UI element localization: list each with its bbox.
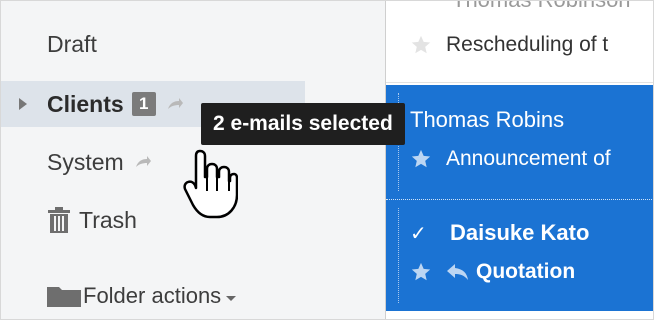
hand-cursor-icon xyxy=(183,149,238,219)
folder-label: System xyxy=(47,148,124,175)
share-icon xyxy=(135,156,151,167)
star-icon[interactable] xyxy=(410,148,432,170)
message-subject: Rescheduling of t xyxy=(446,33,609,56)
folder-draft[interactable]: Draft xyxy=(47,21,97,67)
star-icon[interactable] xyxy=(410,34,432,56)
message-sender: Thomas Robinson xyxy=(452,1,631,13)
star-icon[interactable] xyxy=(410,261,432,283)
message-subject-row: Quotation xyxy=(410,260,575,284)
folder-actions-menu[interactable]: Folder actions xyxy=(47,273,237,319)
message-subject: Quotation xyxy=(476,260,576,283)
message-subject: Announcement of xyxy=(446,147,611,170)
folder-system[interactable]: System xyxy=(47,139,152,185)
message-list: Thomas Robinson Rescheduling of t Thomas… xyxy=(385,1,653,319)
share-icon xyxy=(167,98,183,109)
folder-icon xyxy=(47,287,81,307)
message-sender: Thomas Robins xyxy=(410,107,565,132)
message-subject-row: Rescheduling of t xyxy=(410,33,608,57)
trash-icon xyxy=(48,207,70,233)
message-item-selected[interactable]: ✓ Daisuke Kato Quotation xyxy=(386,199,653,311)
chevron-down-icon xyxy=(226,295,237,301)
unread-count-badge: 1 xyxy=(131,92,156,116)
mail-window: Draft Clients 1 System Trash Folder acti… xyxy=(0,0,654,320)
message-sender-row: ✓ Daisuke Kato xyxy=(410,220,589,246)
message-sender: Daisuke Kato xyxy=(450,220,590,245)
message-item-selected[interactable]: Thomas Robins Announcement of xyxy=(386,85,653,199)
drag-tooltip: 2 e-mails selected xyxy=(201,103,405,145)
folder-label: Trash xyxy=(79,206,137,233)
check-icon[interactable]: ✓ xyxy=(410,221,428,246)
folder-label: Clients xyxy=(47,90,124,117)
expand-arrow-icon[interactable] xyxy=(19,98,27,110)
reply-icon xyxy=(447,264,468,280)
message-item[interactable]: Thomas Robinson Rescheduling of t xyxy=(386,1,653,83)
folder-label: Draft xyxy=(47,30,97,57)
folder-actions-label: Folder actions xyxy=(83,283,222,308)
message-subject-row: Announcement of xyxy=(410,147,611,171)
folder-trash[interactable]: Trash xyxy=(47,197,137,243)
